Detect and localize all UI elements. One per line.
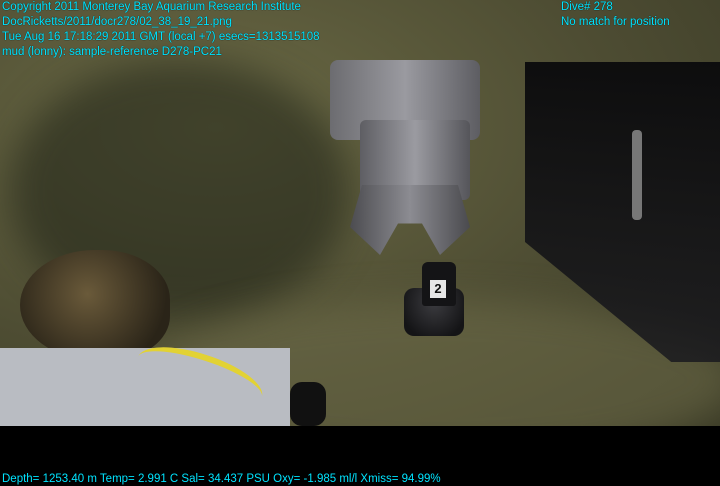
copyright-line: Copyright 2011 Monterey Bay Aquarium Res… [2, 1, 301, 13]
push-core-number: 2 [430, 280, 446, 298]
black-bumper [290, 382, 326, 426]
video-frame: 2 Copyright 2011 Monterey Bay Aquarium R… [0, 0, 720, 486]
position-status: No match for position [561, 16, 670, 28]
rock [20, 250, 170, 360]
header-left-overlay: Copyright 2011 Monterey Bay Aquarium Res… [2, 0, 320, 60]
seafloor-scene: 2 [0, 0, 720, 426]
manipulator-gripper [350, 185, 470, 255]
sample-reference-line: mud (lonny): sample-reference D278-PC21 [2, 46, 222, 58]
dive-number: Dive# 278 [561, 1, 613, 13]
sensor-readout: Depth= 1253.40 m Temp= 2.991 C Sal= 34.4… [2, 473, 441, 485]
image-path-line: DocRicketts/2011/docr278/02_38_19_21.png [2, 16, 232, 28]
quiver-rod [632, 130, 642, 220]
header-right-overlay: Dive# 278 No match for position [561, 0, 670, 30]
timestamp-line: Tue Aug 16 17:18:29 2011 GMT (local +7) … [2, 31, 320, 43]
